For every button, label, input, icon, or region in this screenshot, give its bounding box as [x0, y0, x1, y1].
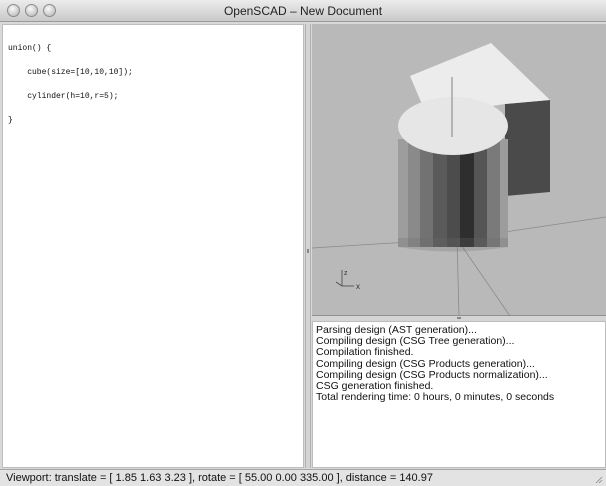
console-output: Parsing design (AST generation)... Compi…: [312, 321, 606, 468]
code-line: cylinder(h=10,r=5);: [8, 92, 119, 101]
splitter-grip-icon: [307, 249, 309, 253]
cylinder-bottom: [398, 238, 508, 252]
code-line: cube(size=[10,10,10]);: [8, 68, 133, 77]
status-bar: Viewport: translate = [ 1.85 1.63 3.23 ]…: [0, 469, 606, 486]
3d-viewport[interactable]: z x: [312, 24, 606, 316]
vertical-splitter[interactable]: [305, 24, 311, 468]
window-title: OpenSCAD – New Document: [223, 4, 383, 18]
viewport-status-text: Viewport: translate = [ 1.85 1.63 3.23 ]…: [6, 472, 433, 484]
cube-side-face: [505, 100, 550, 196]
splitter-grip-icon: [457, 317, 461, 319]
code-editor[interactable]: union() { cube(size=[10,10,10]); cylinde…: [2, 24, 304, 468]
console-line: Total rendering time: 0 hours, 0 minutes…: [316, 391, 555, 404]
title-bar: OpenSCAD – New Document: [0, 0, 606, 22]
axis-label-z: z: [344, 270, 348, 277]
cylinder-top-face: [398, 97, 508, 155]
resize-grip-icon[interactable]: [595, 476, 603, 484]
console-line: Compilation finished.: [316, 346, 414, 359]
code-line: union() {: [8, 44, 52, 53]
code-line: }: [8, 116, 13, 125]
cylinder-side: [398, 139, 508, 247]
3d-render: z x: [312, 43, 606, 316]
axis-label-x: x: [356, 282, 360, 291]
